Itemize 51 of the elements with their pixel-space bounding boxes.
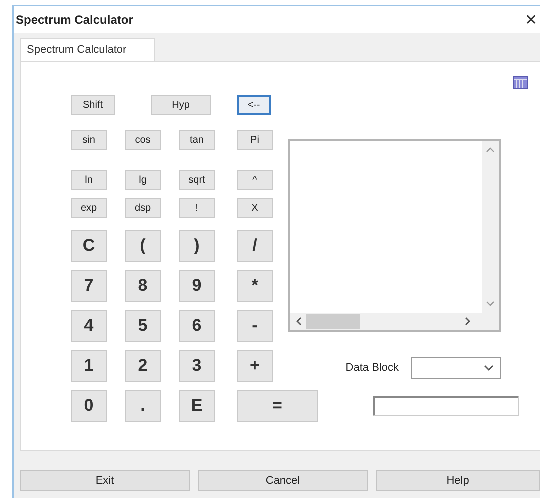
scrollbar-thumb[interactable] (306, 314, 360, 329)
key-button[interactable]: Pi (237, 130, 273, 150)
grid-icon[interactable] (513, 76, 528, 89)
key-button[interactable]: ) (179, 230, 215, 262)
key-button[interactable]: = (237, 390, 318, 422)
key-button[interactable]: <-- (237, 95, 271, 115)
chevron-down-icon[interactable] (484, 365, 494, 371)
key-button[interactable]: exp (71, 198, 107, 218)
key-button[interactable]: . (125, 390, 161, 422)
key-button[interactable]: 0 (71, 390, 107, 422)
data-block-label: Data Block (346, 362, 399, 374)
key-button[interactable]: 1 (71, 350, 107, 382)
key-button[interactable]: 5 (125, 310, 161, 342)
key-button[interactable]: Shift (71, 95, 115, 115)
key-button[interactable]: 8 (125, 270, 161, 302)
key-button[interactable]: ln (71, 170, 107, 190)
chevron-right-icon[interactable] (465, 317, 471, 326)
footer-button[interactable]: Exit (20, 470, 190, 491)
close-button[interactable]: ✕ (523, 10, 540, 28)
tab[interactable]: Spectrum Calculator (20, 38, 155, 61)
result-field[interactable] (373, 396, 519, 416)
key-button[interactable]: 7 (71, 270, 107, 302)
key-button[interactable]: 3 (179, 350, 215, 382)
key-button[interactable]: lg (125, 170, 161, 190)
key-button[interactable]: - (237, 310, 273, 342)
key-button[interactable]: C (71, 230, 107, 262)
key-button[interactable]: ( (125, 230, 161, 262)
window-title: Spectrum Calculator (16, 12, 134, 26)
key-button[interactable]: sin (71, 130, 107, 150)
key-button[interactable]: sqrt (179, 170, 215, 190)
key-button[interactable]: + (237, 350, 273, 382)
key-button[interactable]: 2 (125, 350, 161, 382)
key-button[interactable]: / (237, 230, 273, 262)
key-button[interactable]: cos (125, 130, 161, 150)
chevron-left-icon[interactable] (296, 317, 302, 326)
key-button[interactable]: E (179, 390, 215, 422)
key-button[interactable]: 9 (179, 270, 215, 302)
footer-button[interactable]: Cancel (198, 470, 368, 491)
horizontal-scrollbar[interactable] (290, 313, 499, 330)
key-button[interactable]: 6 (179, 310, 215, 342)
key-button[interactable]: ^ (237, 170, 273, 190)
key-button[interactable]: Hyp (151, 95, 211, 115)
chevron-up-icon[interactable] (486, 147, 495, 153)
footer-button[interactable]: Help (376, 470, 540, 491)
vertical-scrollbar[interactable] (482, 141, 499, 313)
key-button[interactable]: tan (179, 130, 215, 150)
key-button[interactable]: dsp (125, 198, 161, 218)
key-button[interactable]: * (237, 270, 273, 302)
key-button[interactable]: 4 (71, 310, 107, 342)
key-button[interactable]: X (237, 198, 273, 218)
key-button[interactable]: ! (179, 198, 215, 218)
